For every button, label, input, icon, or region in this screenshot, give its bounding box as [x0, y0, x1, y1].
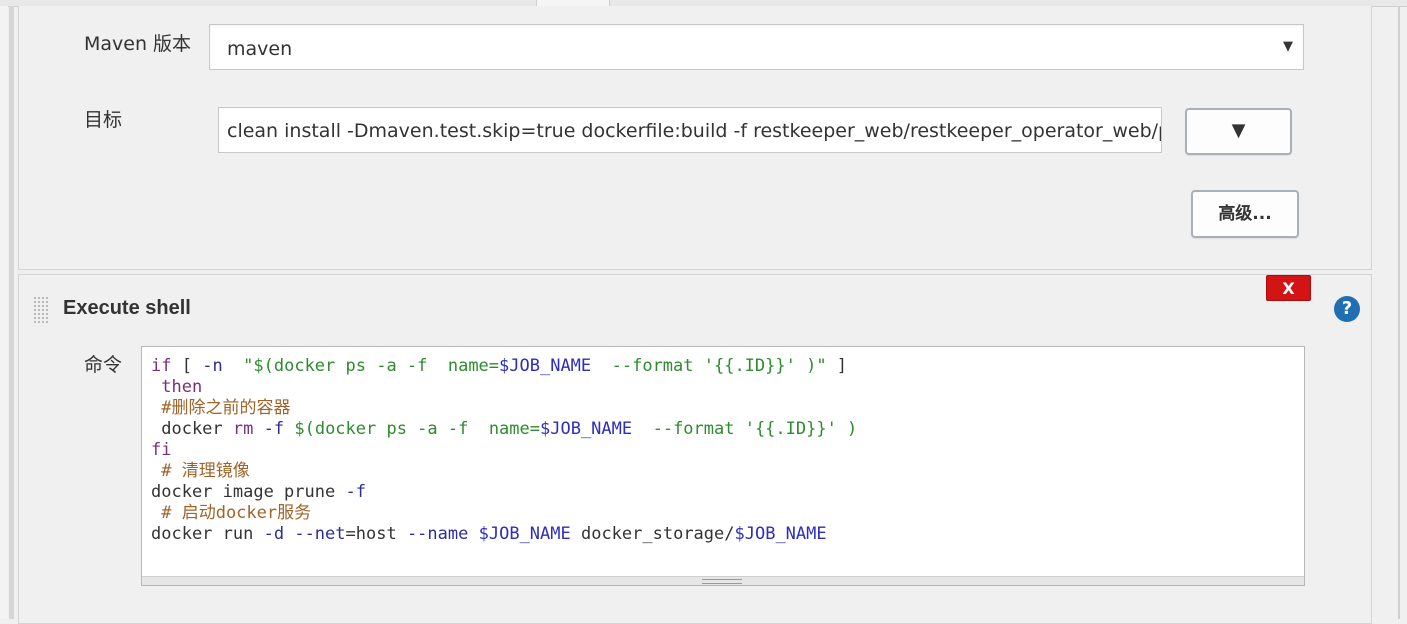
code-token: -d — [263, 524, 285, 544]
code-token: docker image prune — [151, 482, 346, 502]
expand-goals-button[interactable]: ▼ — [1185, 108, 1292, 155]
chevron-down-icon: ▼ — [1283, 39, 1293, 54]
textarea-resize-handle[interactable] — [142, 576, 1304, 585]
code-token: $(docker ps -a -f name= — [294, 419, 540, 439]
code-line: #删除之前的容器 — [151, 398, 290, 418]
code-token: rm — [232, 419, 254, 439]
code-token: -f — [345, 482, 366, 502]
goals-input[interactable]: clean install -Dmaven.test.skip=true doc… — [218, 107, 1162, 153]
code-token: docker — [151, 419, 233, 439]
code-token: docker run — [151, 524, 264, 544]
left-section-indicator — [9, 6, 14, 619]
resize-grip-icon — [702, 579, 742, 584]
left-gutter — [0, 6, 8, 619]
code-token: --name — [406, 524, 469, 544]
code-token: $JOB_NAME — [478, 524, 571, 544]
code-line: # 清理镜像 — [151, 461, 250, 481]
code-token: --net — [294, 524, 346, 544]
code-token: # 清理镜像 — [151, 461, 250, 481]
maven-version-select[interactable]: maven ▼ — [209, 24, 1304, 70]
code-line: docker image prune -f — [151, 482, 366, 502]
code-token: --format '{{.ID}}' )" — [591, 356, 827, 376]
code-line: docker rm -f $(docker ps -a -f name=$JOB… — [151, 419, 857, 439]
code-token: fi — [151, 440, 172, 460]
code-line: docker run -d --net=host --name $JOB_NAM… — [151, 524, 827, 544]
goals-input-value: clean install -Dmaven.test.skip=true doc… — [227, 120, 1162, 142]
maven-version-label: Maven 版本 — [84, 33, 192, 55]
advanced-button[interactable]: 高级... — [1191, 190, 1299, 238]
code-token: # 启动docker服务 — [151, 503, 312, 523]
code-token: =host — [345, 524, 407, 544]
code-line: if [ -n "$(docker ps -a -f name=$JOB_NAM… — [151, 356, 847, 376]
code-line: # 启动docker服务 — [151, 503, 311, 523]
command-label: 命令 — [84, 354, 123, 376]
goals-label: 目标 — [84, 109, 123, 131]
code-token: docker_storage/ — [570, 524, 735, 544]
help-icon[interactable]: ? — [1334, 296, 1360, 322]
command-textarea[interactable]: if [ -n "$(docker ps -a -f name=$JOB_NAM… — [141, 346, 1305, 586]
code-token: "$(docker ps -a -f name= — [222, 356, 500, 376]
code-token: -n — [202, 356, 223, 376]
section-title: Execute shell — [63, 297, 191, 319]
code-token: if — [151, 356, 172, 376]
code-line: fi — [151, 440, 171, 460]
maven-version-value: maven — [227, 38, 293, 60]
code-token: $JOB_NAME — [499, 356, 592, 376]
drag-handle-icon[interactable] — [33, 296, 49, 324]
delete-step-button[interactable]: X — [1266, 275, 1311, 301]
code-token: -f — [263, 419, 285, 439]
right-scroll-edge — [1398, 6, 1400, 619]
code-token: $JOB_NAME — [540, 419, 633, 439]
code-token: ] — [826, 356, 848, 376]
expand-arrow-icon: ▼ — [1231, 120, 1246, 141]
code-token: $JOB_NAME — [734, 524, 827, 544]
code-token: [ — [171, 356, 203, 376]
code-token: then — [151, 377, 203, 397]
code-line: then — [151, 377, 202, 397]
code-token: #删除之前的容器 — [151, 398, 291, 418]
code-token: --format '{{.ID}}' ) — [632, 419, 858, 439]
command-code: if [ -n "$(docker ps -a -f name=$JOB_NAM… — [151, 356, 857, 545]
